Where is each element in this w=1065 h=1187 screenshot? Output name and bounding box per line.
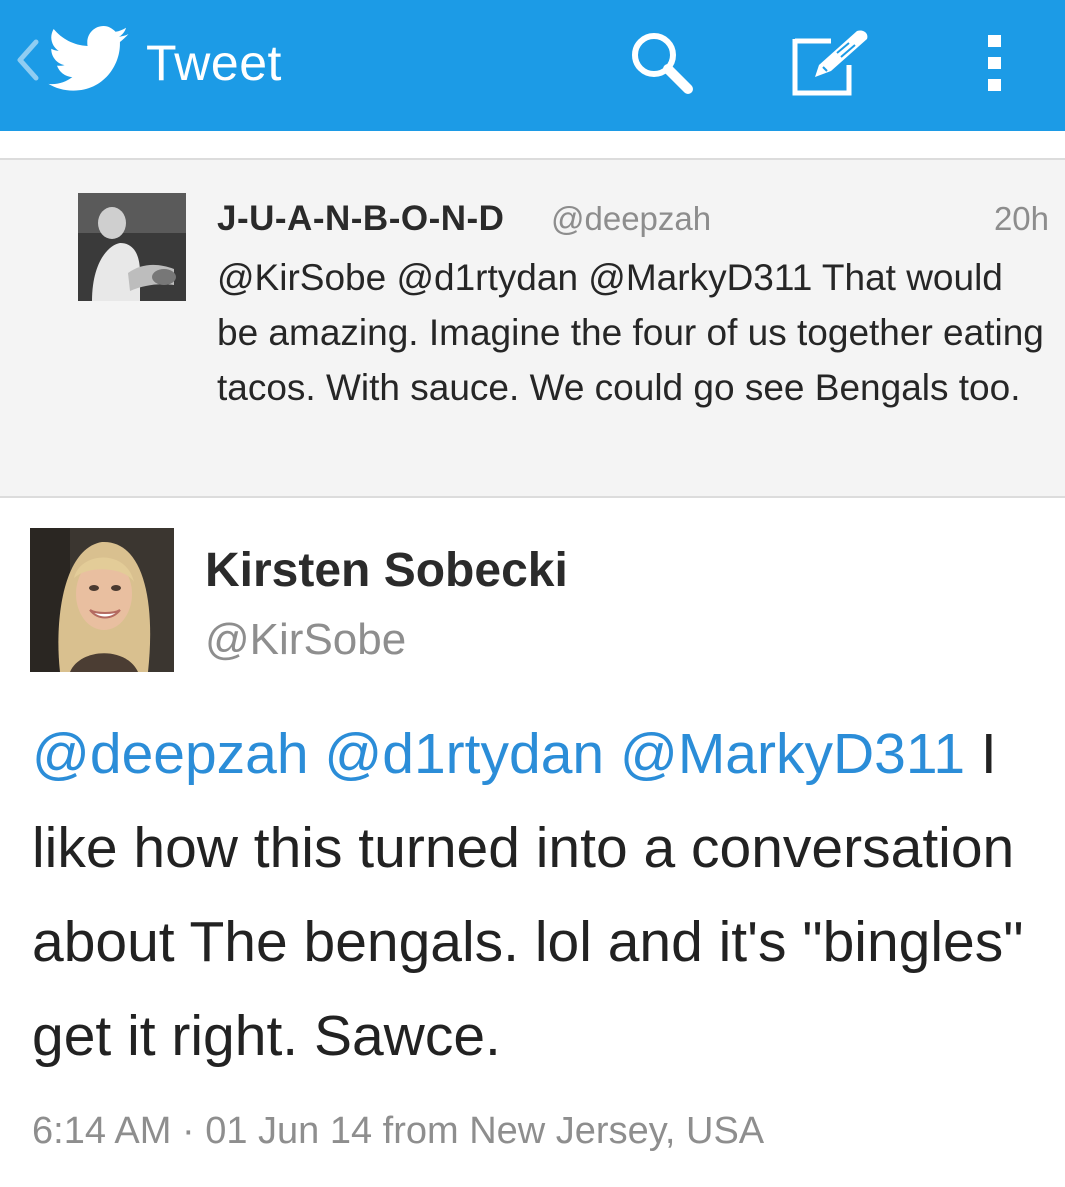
overflow-menu-button[interactable] (960, 22, 1030, 108)
parent-author-name[interactable]: J-U-A-N-B-O-N-D (217, 196, 504, 242)
parent-author-handle[interactable]: @deepzah (551, 196, 711, 242)
tweet-meta: 6:14 AM · 01 Jun 14 from New Jersey, USA (32, 1110, 765, 1152)
overflow-menu-icon (985, 31, 1005, 100)
search-button[interactable] (620, 22, 704, 108)
mention-link[interactable]: @deepzah (32, 722, 309, 786)
parent-timestamp: 20h (993, 200, 1049, 237)
parent-tweet-text: @KirSobe @d1rtydan @MarkyD311 That would… (217, 257, 1044, 408)
divider (0, 496, 1065, 498)
top-spacer (0, 131, 1065, 159)
tweet-text: @deepzah @d1rtydan @MarkyD311 I like how… (32, 707, 1042, 1083)
avatar[interactable] (78, 193, 186, 301)
mention-link[interactable]: @MarkyD311 (620, 722, 965, 786)
chevron-left-icon[interactable] (14, 38, 42, 82)
page-title: Tweet (146, 35, 282, 91)
twitter-bird-icon[interactable] (48, 26, 130, 94)
author-handle[interactable]: @KirSobe (205, 610, 406, 670)
mention-link[interactable]: @d1rtydan (324, 722, 604, 786)
avatar[interactable] (30, 528, 174, 672)
search-icon (626, 27, 698, 104)
compose-icon (785, 27, 875, 104)
action-bar: Tweet (0, 0, 1065, 131)
author-name[interactable]: Kirsten Sobecki (205, 540, 568, 602)
compose-button[interactable] (780, 22, 880, 108)
